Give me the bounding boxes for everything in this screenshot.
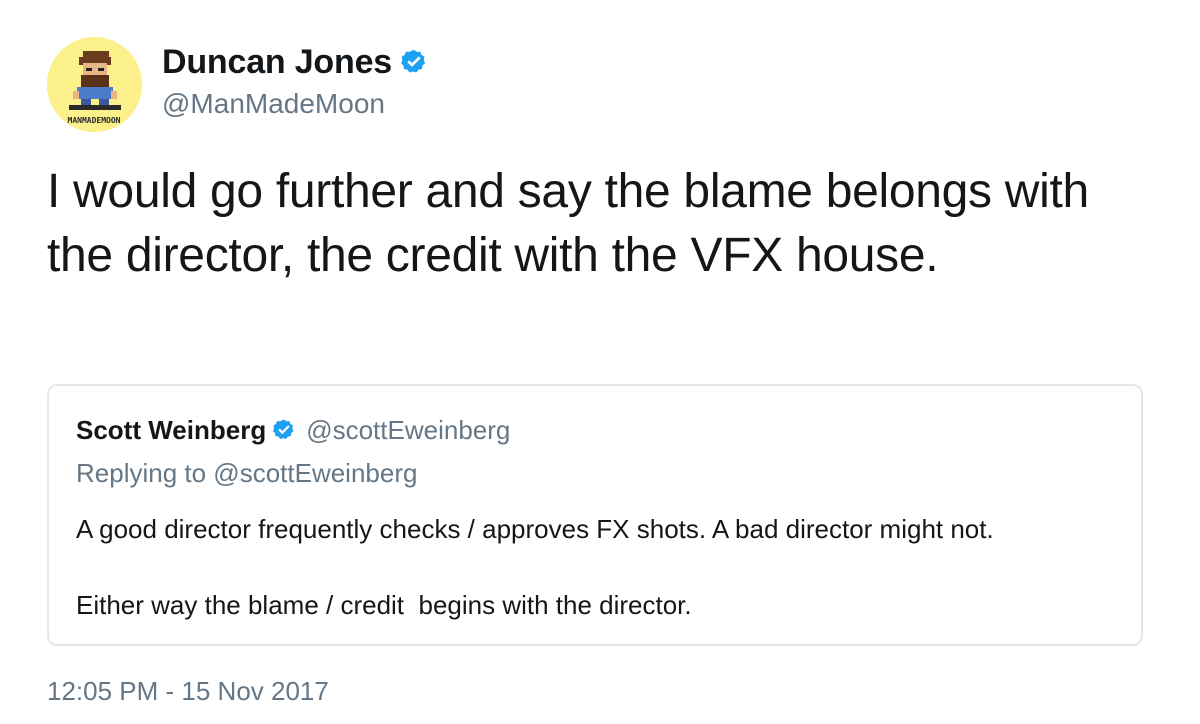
quoted-tweet[interactable]: Scott Weinberg @scottEweinberg Replying … xyxy=(47,384,1143,646)
quoted-author-handle: @scottEweinberg xyxy=(306,414,511,445)
tweet-text: I would go further and say the blame bel… xyxy=(47,165,1089,282)
quoted-text-line-1: A good director frequently checks / appr… xyxy=(76,514,994,544)
quoted-verified-badge-icon xyxy=(272,418,296,442)
quoted-tweet-header: Scott Weinberg @scottEweinberg xyxy=(76,412,510,448)
quoted-text-line-2: Either way the blame / credit begins wit… xyxy=(76,590,692,620)
author-name-row: Duncan Jones xyxy=(162,42,428,82)
quoted-author-name: Scott Weinberg xyxy=(76,414,267,445)
avatar[interactable]: MANMADEMOON xyxy=(47,37,142,132)
author-display-name[interactable]: Duncan Jones xyxy=(162,43,392,82)
author-handle[interactable]: @ManMadeMoon xyxy=(162,88,385,120)
tweet-card: MANMADEMOON Duncan Jones @ManMadeMoon I … xyxy=(0,0,1200,724)
replying-to-label: Replying to @scottEweinberg xyxy=(76,458,418,488)
pixel-art-avatar-icon: MANMADEMOON xyxy=(47,37,142,132)
tweet-timestamp[interactable]: 12:05 PM - 15 Nov 2017 xyxy=(47,676,329,707)
avatar-caption: MANMADEMOON xyxy=(68,116,121,125)
verified-badge-icon xyxy=(400,48,428,76)
